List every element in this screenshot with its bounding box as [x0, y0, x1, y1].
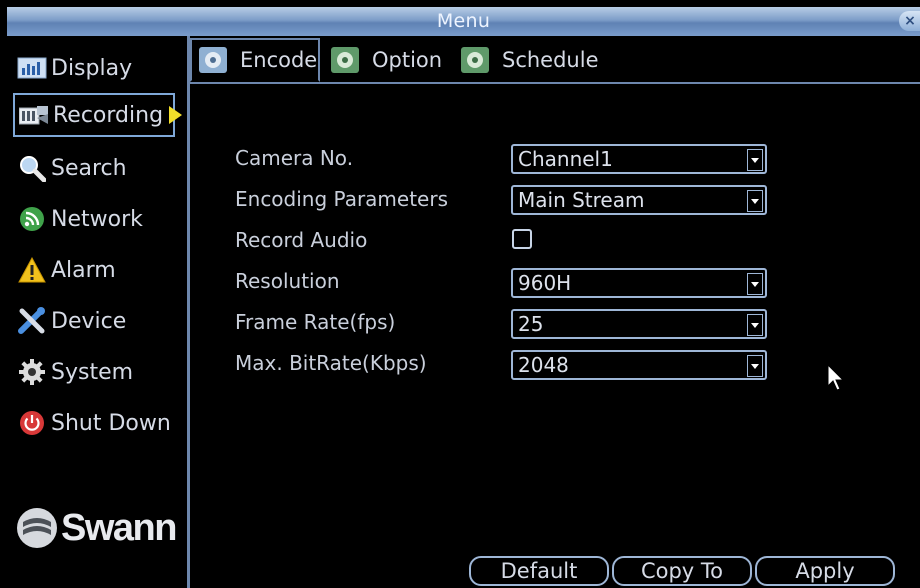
display-icon [17, 53, 47, 83]
select-value: 960H [518, 271, 572, 295]
encoding-parameters-select[interactable]: Main Stream [511, 185, 767, 215]
swann-logo: Swann [15, 502, 187, 554]
select-value: 25 [518, 312, 544, 336]
sidebar-item-label: Network [51, 206, 143, 232]
schedule-tab-icon [461, 47, 489, 73]
tab-schedule[interactable]: Schedule [454, 39, 604, 81]
tab-label: Encode [240, 48, 318, 72]
record-audio-label: Record Audio [235, 228, 368, 252]
sidebar-item-label: Display [51, 55, 133, 81]
menu-window: Display Recording Search Network Alarm D… [7, 36, 920, 588]
resolution-select[interactable]: 960H [511, 268, 767, 298]
select-value: Main Stream [518, 188, 645, 212]
tab-bar: Encode Option Schedule [190, 36, 920, 84]
frame-rate-select[interactable]: 25 [511, 309, 767, 339]
menu-title-bar: Menu × [7, 7, 920, 37]
apply-button[interactable]: Apply [755, 556, 895, 586]
copy-to-button[interactable]: Copy To [612, 556, 752, 586]
max-bitrate-select[interactable]: 2048 [511, 350, 767, 380]
sidebar-item-label: Search [51, 155, 127, 181]
sidebar-item-shut-down[interactable]: Shut Down [13, 401, 175, 445]
device-icon [17, 306, 47, 336]
sidebar-item-label: Recording [53, 102, 164, 128]
power-icon [17, 408, 47, 438]
tab-encode[interactable]: Encode [190, 38, 320, 82]
dropdown-arrow-icon[interactable] [747, 355, 763, 377]
alarm-icon [17, 255, 47, 285]
frame-rate-label: Frame Rate(fps) [235, 310, 396, 334]
select-value: 2048 [518, 353, 569, 377]
max-bitrate-label: Max. BitRate(Kbps) [235, 351, 427, 375]
network-icon [17, 204, 47, 234]
search-icon [17, 153, 47, 183]
camera-no-label: Camera No. [235, 146, 354, 170]
sidebar-item-network[interactable]: Network [13, 197, 175, 241]
resolution-label: Resolution [235, 269, 340, 293]
camera-no-select[interactable]: Channel1 [511, 144, 767, 174]
tab-option[interactable]: Option [324, 39, 452, 81]
window-title: Menu [436, 10, 491, 32]
active-arrow-icon [169, 106, 183, 124]
sidebar: Display Recording Search Network Alarm D… [7, 36, 190, 588]
system-icon [17, 357, 47, 387]
sidebar-item-display[interactable]: Display [13, 46, 175, 90]
sidebar-item-system[interactable]: System [13, 350, 175, 394]
default-button[interactable]: Default [469, 556, 609, 586]
record-audio-checkbox[interactable] [512, 229, 532, 249]
logo-wordmark: Swann [61, 506, 177, 549]
dropdown-arrow-icon[interactable] [747, 149, 763, 171]
sidebar-item-label: Alarm [51, 257, 116, 283]
tab-label: Option [372, 48, 443, 72]
mouse-cursor-icon [827, 364, 845, 391]
encoding-parameters-label: Encoding Parameters [235, 187, 448, 211]
sidebar-item-recording[interactable]: Recording [13, 93, 183, 137]
sidebar-item-label: Shut Down [51, 410, 171, 436]
tab-label: Schedule [502, 48, 599, 72]
select-value: Channel1 [518, 147, 613, 171]
option-tab-icon [331, 47, 359, 73]
sidebar-item-label: Device [51, 308, 127, 334]
dropdown-arrow-icon[interactable] [747, 273, 763, 295]
sidebar-item-device[interactable]: Device [13, 299, 175, 343]
dropdown-arrow-icon[interactable] [747, 190, 763, 212]
encode-tab-icon [199, 47, 227, 73]
recording-icon [19, 100, 49, 130]
swann-logo-mark [17, 508, 57, 548]
dropdown-arrow-icon[interactable] [747, 314, 763, 336]
sidebar-item-alarm[interactable]: Alarm [13, 248, 175, 292]
close-button[interactable]: × [899, 11, 920, 31]
sidebar-item-label: System [51, 359, 134, 385]
close-icon: × [904, 13, 916, 29]
sidebar-item-search[interactable]: Search [13, 146, 175, 190]
